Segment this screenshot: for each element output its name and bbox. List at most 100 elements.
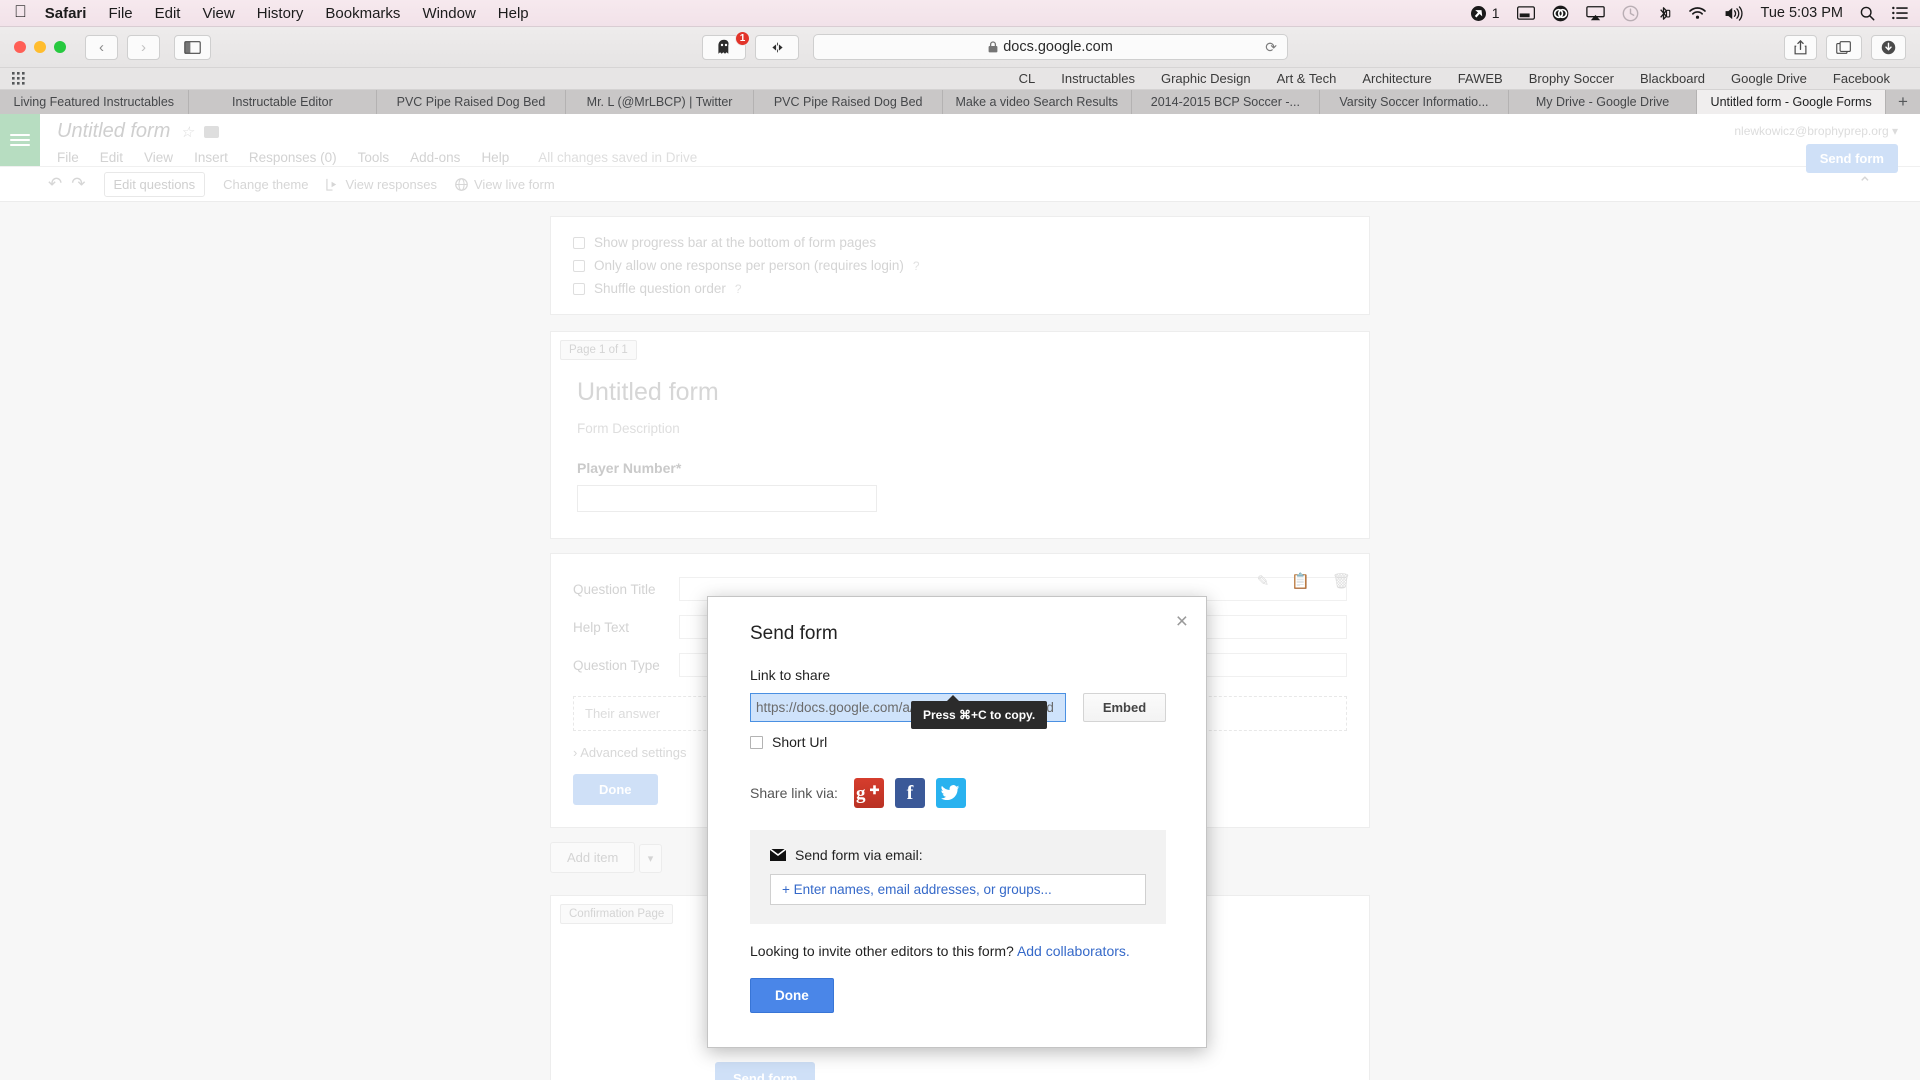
tabs-overview-button[interactable] [1826,35,1862,60]
email-recipients-input[interactable]: + Enter names, email addresses, or group… [770,874,1146,905]
creative-cloud-icon[interactable] [1552,5,1569,22]
bookmark-faweb[interactable]: FAWEB [1458,71,1503,86]
share-button[interactable] [1784,35,1817,60]
dialog-title: Send form [750,623,1166,645]
send-form-button-header[interactable]: Send form [1806,144,1898,173]
tab-mr-l-twitter[interactable]: Mr. L (@MrLBCP) | Twitter [566,90,755,114]
display-icon[interactable] [1517,6,1535,20]
tab-living-featured-instructables[interactable]: Living Featured Instructables [0,90,189,114]
redo-icon[interactable]: ↷ [71,174,85,194]
bookmarks-grid-icon[interactable] [12,72,25,85]
google-plus-share-icon[interactable]: g [854,778,884,808]
invite-text: Looking to invite other editors to this … [750,943,1014,959]
envelope-icon [770,849,786,861]
menu-bar-clock[interactable]: Tue 5:03 PM [1761,5,1843,21]
forms-menu-bar: File Edit View Insert Responses (0) Tool… [57,150,1734,165]
add-collaborators-link[interactable]: Add collaborators. [1017,943,1130,959]
downloads-button[interactable] [1871,35,1906,60]
address-bar[interactable]: docs.google.com ⟳ [813,34,1288,60]
ghostery-extension-button[interactable]: 1 [702,35,746,60]
svg-text:g: g [856,783,866,804]
volume-icon[interactable] [1724,6,1744,21]
dialog-done-button[interactable]: Done [750,978,834,1013]
tab-varsity-soccer-information[interactable]: Varsity Soccer Informatio... [1320,90,1509,114]
checkbox-short-url[interactable] [750,736,763,749]
macos-menu-bar:  Safari File Edit View History Bookmark… [0,0,1920,27]
bookmark-cl[interactable]: CL [1019,71,1036,86]
star-icon[interactable]: ☆ [180,123,193,141]
close-icon[interactable]: × [1176,611,1188,632]
share-link-via-row: Share link via: g f [750,778,1166,808]
forms-menu-help[interactable]: Help [481,150,509,165]
collapse-toolbar-icon[interactable]: ⌃ [1858,174,1872,194]
undo-icon[interactable]: ↶ [48,174,62,194]
menu-item-history[interactable]: History [257,5,304,22]
folder-icon[interactable] [204,126,219,138]
tab-untitled-form-google-forms[interactable]: Untitled form - Google Forms [1697,90,1886,114]
change-theme-button[interactable]: Change theme [223,177,308,192]
account-email[interactable]: nlewkowicz@brophyprep.org ▾ [1734,124,1898,138]
send-via-email-header: Send form via email: [770,847,1146,863]
forms-menu-tools[interactable]: Tools [358,150,390,165]
forms-menu-responses[interactable]: Responses (0) [249,150,337,165]
forms-menu-addons[interactable]: Add-ons [410,150,460,165]
notification-count: 1 [1492,5,1500,21]
extension-button[interactable] [755,35,799,60]
new-tab-button[interactable]: + [1886,90,1920,114]
menu-item-window[interactable]: Window [422,5,475,22]
edit-questions-button[interactable]: Edit questions [104,172,206,197]
close-window-button[interactable] [14,41,26,53]
sidebar-toggle-button[interactable] [174,35,211,60]
bookmark-blackboard[interactable]: Blackboard [1640,71,1705,86]
menu-item-file[interactable]: File [108,5,132,22]
view-live-form-button[interactable]: View live form [455,177,555,192]
forms-menu-edit[interactable]: Edit [100,150,123,165]
bookmark-art-tech[interactable]: Art & Tech [1277,71,1337,86]
menu-item-bookmarks[interactable]: Bookmarks [325,5,400,22]
menu-item-edit[interactable]: Edit [155,5,181,22]
form-title-header[interactable]: Untitled form ☆ [57,120,1734,143]
apple-menu-icon[interactable]:  [14,3,27,23]
forms-menu-icon[interactable] [0,114,40,166]
tab-pvc-pipe-raised-dog-bed-1[interactable]: PVC Pipe Raised Dog Bed [377,90,566,114]
tab-bcp-soccer[interactable]: 2014-2015 BCP Soccer -... [1132,90,1321,114]
forms-header: Untitled form ☆ File Edit View Insert Re… [0,114,1920,166]
menu-item-help[interactable]: Help [498,5,529,22]
forms-menu-file[interactable]: File [57,150,79,165]
bookmark-facebook[interactable]: Facebook [1833,71,1890,86]
back-button[interactable]: ‹ [85,35,118,60]
airplay-icon[interactable] [1586,6,1605,21]
forward-button[interactable]: › [127,35,160,60]
menu-item-view[interactable]: View [202,5,234,22]
embed-button[interactable]: Embed [1083,693,1166,722]
maximize-window-button[interactable] [54,41,66,53]
bookmark-google-drive[interactable]: Google Drive [1731,71,1807,86]
spotlight-search-icon[interactable] [1860,6,1875,21]
view-responses-button[interactable]: View responses [326,177,437,192]
bookmark-architecture[interactable]: Architecture [1362,71,1431,86]
window-controls[interactable] [14,41,66,53]
short-url-row[interactable]: Short Url [750,734,1166,750]
forms-menu-view[interactable]: View [144,150,173,165]
menu-item-safari[interactable]: Safari [45,5,87,22]
time-machine-icon[interactable] [1622,5,1639,22]
tab-make-a-video-search-results[interactable]: Make a video Search Results [943,90,1132,114]
bookmark-graphic-design[interactable]: Graphic Design [1161,71,1251,86]
facebook-share-icon[interactable]: f [895,778,925,808]
tab-pvc-pipe-raised-dog-bed-2[interactable]: PVC Pipe Raised Dog Bed [754,90,943,114]
bookmark-instructables[interactable]: Instructables [1061,71,1135,86]
skype-icon[interactable] [1471,6,1486,21]
reload-icon[interactable]: ⟳ [1265,39,1277,56]
tab-my-drive-google-drive[interactable]: My Drive - Google Drive [1509,90,1698,114]
wifi-icon[interactable] [1688,6,1707,20]
notification-center-icon[interactable] [1892,6,1908,20]
bluetooth-icon[interactable] [1656,5,1671,22]
forms-menu-insert[interactable]: Insert [194,150,228,165]
twitter-share-icon[interactable] [936,778,966,808]
minimize-window-button[interactable] [34,41,46,53]
ghostery-badge-count: 1 [735,31,750,46]
bookmark-brophy-soccer[interactable]: Brophy Soccer [1529,71,1614,86]
address-bar-url: docs.google.com [1003,39,1113,55]
tab-instructable-editor[interactable]: Instructable Editor [189,90,378,114]
tab-bar: Living Featured Instructables Instructab… [0,90,1920,114]
